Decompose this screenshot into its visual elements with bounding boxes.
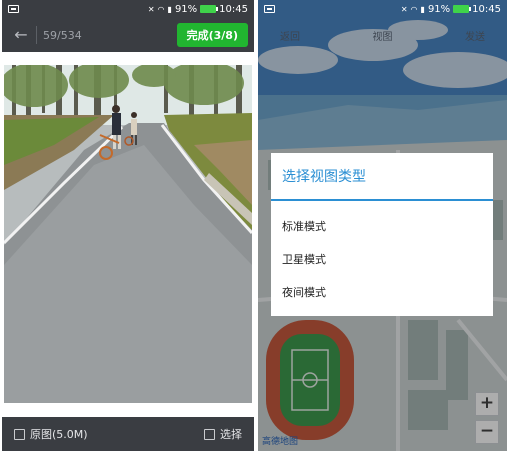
photo-preview-area [2,52,254,417]
option-satellite-mode[interactable]: 卫星模式 [271,242,493,275]
image-picker-screen: ✕ ◠ ▮ 91% 10:45 ← 59/534 完成(3/8) 原图(5.0M… [2,0,254,451]
option-night-mode[interactable]: 夜间模式 [271,275,493,308]
mute-icon: ✕ [147,4,155,14]
battery-percent: 91% [427,3,451,15]
original-image-toggle[interactable]: 原图(5.0M) [14,426,88,442]
preview-toolbar: ← 59/534 完成(3/8) [2,18,254,52]
wifi-icon: ◠ [410,4,418,14]
signal-icon: ▮ [420,4,425,14]
battery-icon [453,5,472,13]
select-label: 选择 [220,428,242,441]
battery-percent: 91% [174,3,198,15]
gallery-notification-icon [8,5,19,13]
checkbox-icon [204,428,215,440]
status-bar: ✕ ◠ ▮ 91% 10:45 [2,0,254,18]
status-bar: ✕ ◠ ▮ 91% 10:45 [258,0,507,18]
map-top-bar: 返回 视图 发送 [258,28,507,50]
road-photo-image [4,65,252,403]
view-type-dialog: 选择视图类型 标准模式 卫星模式 夜间模式 [271,153,493,316]
toolbar-divider [36,26,37,44]
preview-bottom-bar: 原图(5.0M) 选择 [2,417,254,451]
signal-icon: ▮ [167,4,172,14]
done-button[interactable]: 完成(3/8) [176,23,248,47]
select-toggle[interactable]: 选择 [204,426,242,442]
map-screen: ✕ ◠ ▮ 91% 10:45 返回 视图 发送 + − 高德地图 选择视图类型… [258,0,507,451]
mute-icon: ✕ [400,4,408,14]
battery-icon [200,5,219,13]
checkbox-icon [14,428,25,440]
original-image-label: 原图(5.0M) [30,428,88,441]
wifi-icon: ◠ [157,4,165,14]
option-standard-mode[interactable]: 标准模式 [271,209,493,242]
map-back-link[interactable]: 返回 [280,28,300,50]
clock: 10:45 [219,3,248,15]
dialog-title: 选择视图类型 [282,169,366,185]
map-send-link[interactable]: 发送 [465,28,485,50]
clock: 10:45 [472,3,501,15]
back-arrow-icon[interactable]: ← [8,22,34,48]
preview-photo[interactable] [4,65,252,403]
gallery-notification-icon [264,5,275,13]
image-counter: 59/534 [43,28,82,42]
map-view-link[interactable]: 视图 [373,28,393,50]
